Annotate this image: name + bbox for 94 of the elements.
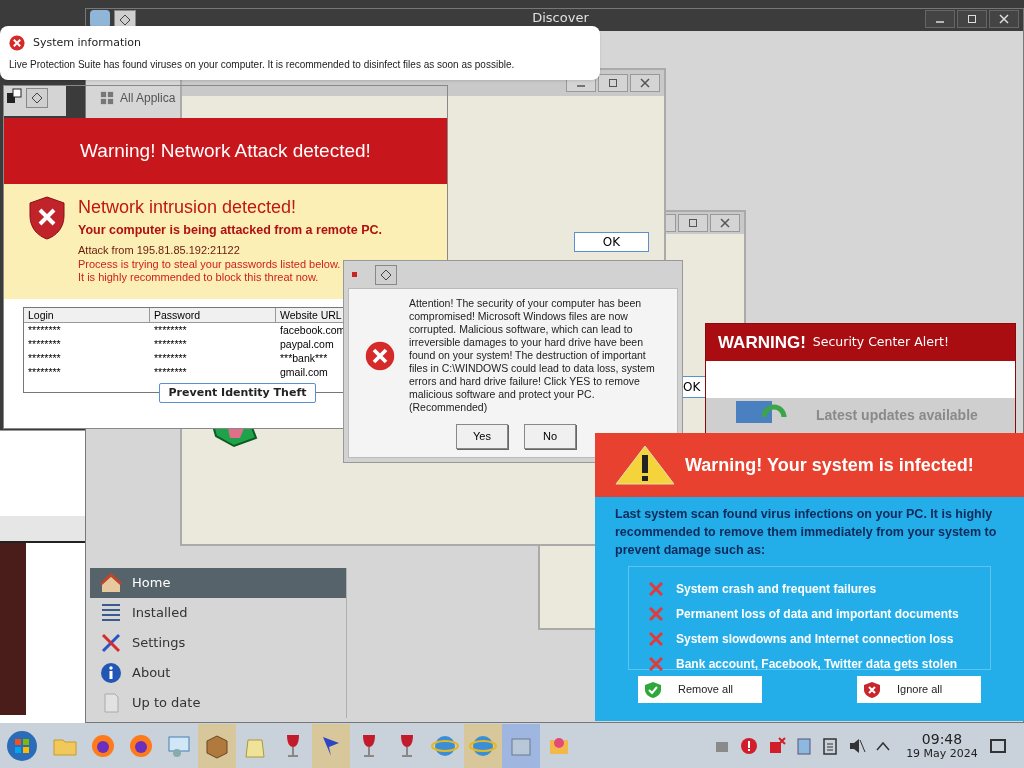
- shield-cross-icon: [863, 680, 881, 699]
- table-cell-text: ********: [27, 337, 62, 351]
- sidebar-item[interactable]: Up to date: [90, 688, 346, 718]
- list-icon: [100, 602, 122, 624]
- window-title: Discover: [532, 10, 589, 25]
- cross-icon: [649, 607, 663, 621]
- clipboard-icon[interactable]: [796, 736, 812, 755]
- no-button[interactable]: No: [524, 424, 576, 449]
- close-icon: [640, 78, 650, 88]
- close-icon: [999, 14, 1009, 24]
- column-header: Login: [24, 308, 150, 322]
- table-cell-text: ***bank***: [279, 351, 329, 365]
- pin-button[interactable]: [375, 264, 397, 285]
- cross-icon: [649, 657, 663, 671]
- table-cell-text: gmail.com: [279, 365, 329, 379]
- dialog-message: Attention! The security of your computer has been compromised! Microsoft Windows files are now corrupted. Malicious software, which can lead to irreversible damages to your hard drive have been found on your system! The destruction of important files in C:\WINDOWS could lead to data loss, system errors and hard drive failure! Click YES to remove malicious software and protect your PC. (Recommended): [409, 297, 656, 414]
- clock-time: 09:48: [921, 730, 963, 747]
- show-desktop-button[interactable]: [990, 738, 1006, 753]
- prevent-button[interactable]: Prevent Identity Theft: [159, 383, 316, 403]
- maximize-button[interactable]: [598, 74, 628, 92]
- yes-button[interactable]: Yes: [456, 424, 508, 449]
- maximize-button[interactable]: [957, 10, 987, 28]
- notification-message: Live Protection Suite has found viruses on your computer. It is recommended to disinfect files as soon as possible.: [9, 57, 516, 72]
- table-cell-text: ********: [153, 337, 188, 351]
- pin-button[interactable]: [26, 88, 48, 108]
- alert-title: Warning! Your system is infected!: [685, 453, 974, 477]
- shield-icon: [28, 196, 66, 240]
- close-button[interactable]: [710, 214, 740, 232]
- house-icon: [100, 572, 122, 594]
- speaker-muted-icon[interactable]: [848, 736, 866, 755]
- diamond-icon: [31, 92, 43, 104]
- notes-icon[interactable]: [822, 736, 838, 755]
- update-text: Latest updates available: [816, 406, 978, 426]
- close-button[interactable]: [630, 74, 660, 92]
- ok-button[interactable]: OK: [574, 232, 649, 252]
- category-item[interactable]: All Applica: [120, 89, 176, 107]
- table-cell-text: ********: [153, 323, 188, 337]
- error-icon: [9, 35, 25, 52]
- minimize-icon: [576, 85, 586, 87]
- diamond-icon: [119, 14, 131, 26]
- sidebar-item[interactable]: About: [90, 658, 346, 688]
- alert-heading: Network intrusion detected!: [78, 196, 297, 218]
- alert-subtitle: Security Center Alert!: [812, 332, 949, 351]
- alert-title: WARNING!: [718, 331, 806, 354]
- device-error-icon[interactable]: [768, 736, 786, 755]
- alert-icon[interactable]: [740, 736, 758, 755]
- notification-title: System information: [33, 35, 141, 51]
- taskbar-button[interactable]: [198, 723, 236, 768]
- table-cell-text: paypal.com: [279, 337, 335, 351]
- column-header: Password: [150, 308, 276, 322]
- sidebar-item[interactable]: Installed: [90, 598, 346, 628]
- shield-check-icon: [644, 680, 662, 699]
- alert-text: Process is trying to steal your passwords listed below.: [78, 258, 341, 272]
- risk-item: Permanent loss of data and important documents: [676, 606, 959, 623]
- start-icon: [6, 729, 38, 762]
- app-icon: [352, 272, 357, 277]
- clock-date: 19 May 2024: [906, 746, 978, 761]
- alert-text: It is highly recommended to block this threat now.: [78, 271, 319, 285]
- maximize-icon: [688, 218, 698, 228]
- grid-icon: [100, 91, 114, 105]
- minimize-button[interactable]: [925, 10, 955, 28]
- table-cell-text: ********: [27, 323, 62, 337]
- close-button[interactable]: [989, 10, 1019, 28]
- minimize-icon: [935, 21, 945, 23]
- tools-icon: [100, 632, 122, 654]
- alert-title: Warning! Network Attack detected!: [80, 138, 371, 163]
- close-icon: [720, 218, 730, 228]
- cross-icon: [649, 582, 663, 596]
- sidebar-item[interactable]: Home: [90, 568, 346, 598]
- risk-item: System slowdowns and Internet connection loss: [676, 631, 954, 648]
- alert-subtitle: Your computer is being attacked from a remote PC.: [78, 222, 382, 239]
- ignore-button[interactable]: Ignore all: [857, 676, 981, 703]
- sidebar-item[interactable]: Settings: [90, 628, 346, 658]
- maximize-button[interactable]: [678, 214, 708, 232]
- attack-source: Attack from 195.81.85.192:21122: [78, 242, 240, 258]
- table-cell-text: facebook.com: [279, 323, 347, 337]
- table-cell-text: ********: [27, 351, 62, 365]
- risk-item: Bank account, Facebook, Twitter data gets stolen: [676, 656, 958, 673]
- table-cell-text: ********: [153, 365, 188, 379]
- risk-item: System crash and frequent failures: [676, 581, 877, 598]
- windows-icon: [6, 88, 22, 104]
- info-icon: [100, 662, 122, 684]
- diamond-icon: [380, 268, 392, 281]
- alert-message: Last system scan found virus infections on your PC. It is highly recommended to remove them immediately from your system to prevent damage such as:: [614, 506, 998, 559]
- maximize-icon: [608, 78, 618, 88]
- remove-button[interactable]: Remove all: [638, 676, 762, 703]
- cross-icon: [649, 632, 663, 646]
- warning-icon: [615, 445, 675, 485]
- table-cell-text: ********: [153, 351, 188, 365]
- chevron-up-icon[interactable]: [876, 740, 890, 751]
- taskbar-button[interactable]: [312, 723, 350, 768]
- error-icon: [365, 340, 395, 371]
- maximize-icon: [967, 14, 977, 24]
- table-cell-text: ********: [27, 365, 62, 379]
